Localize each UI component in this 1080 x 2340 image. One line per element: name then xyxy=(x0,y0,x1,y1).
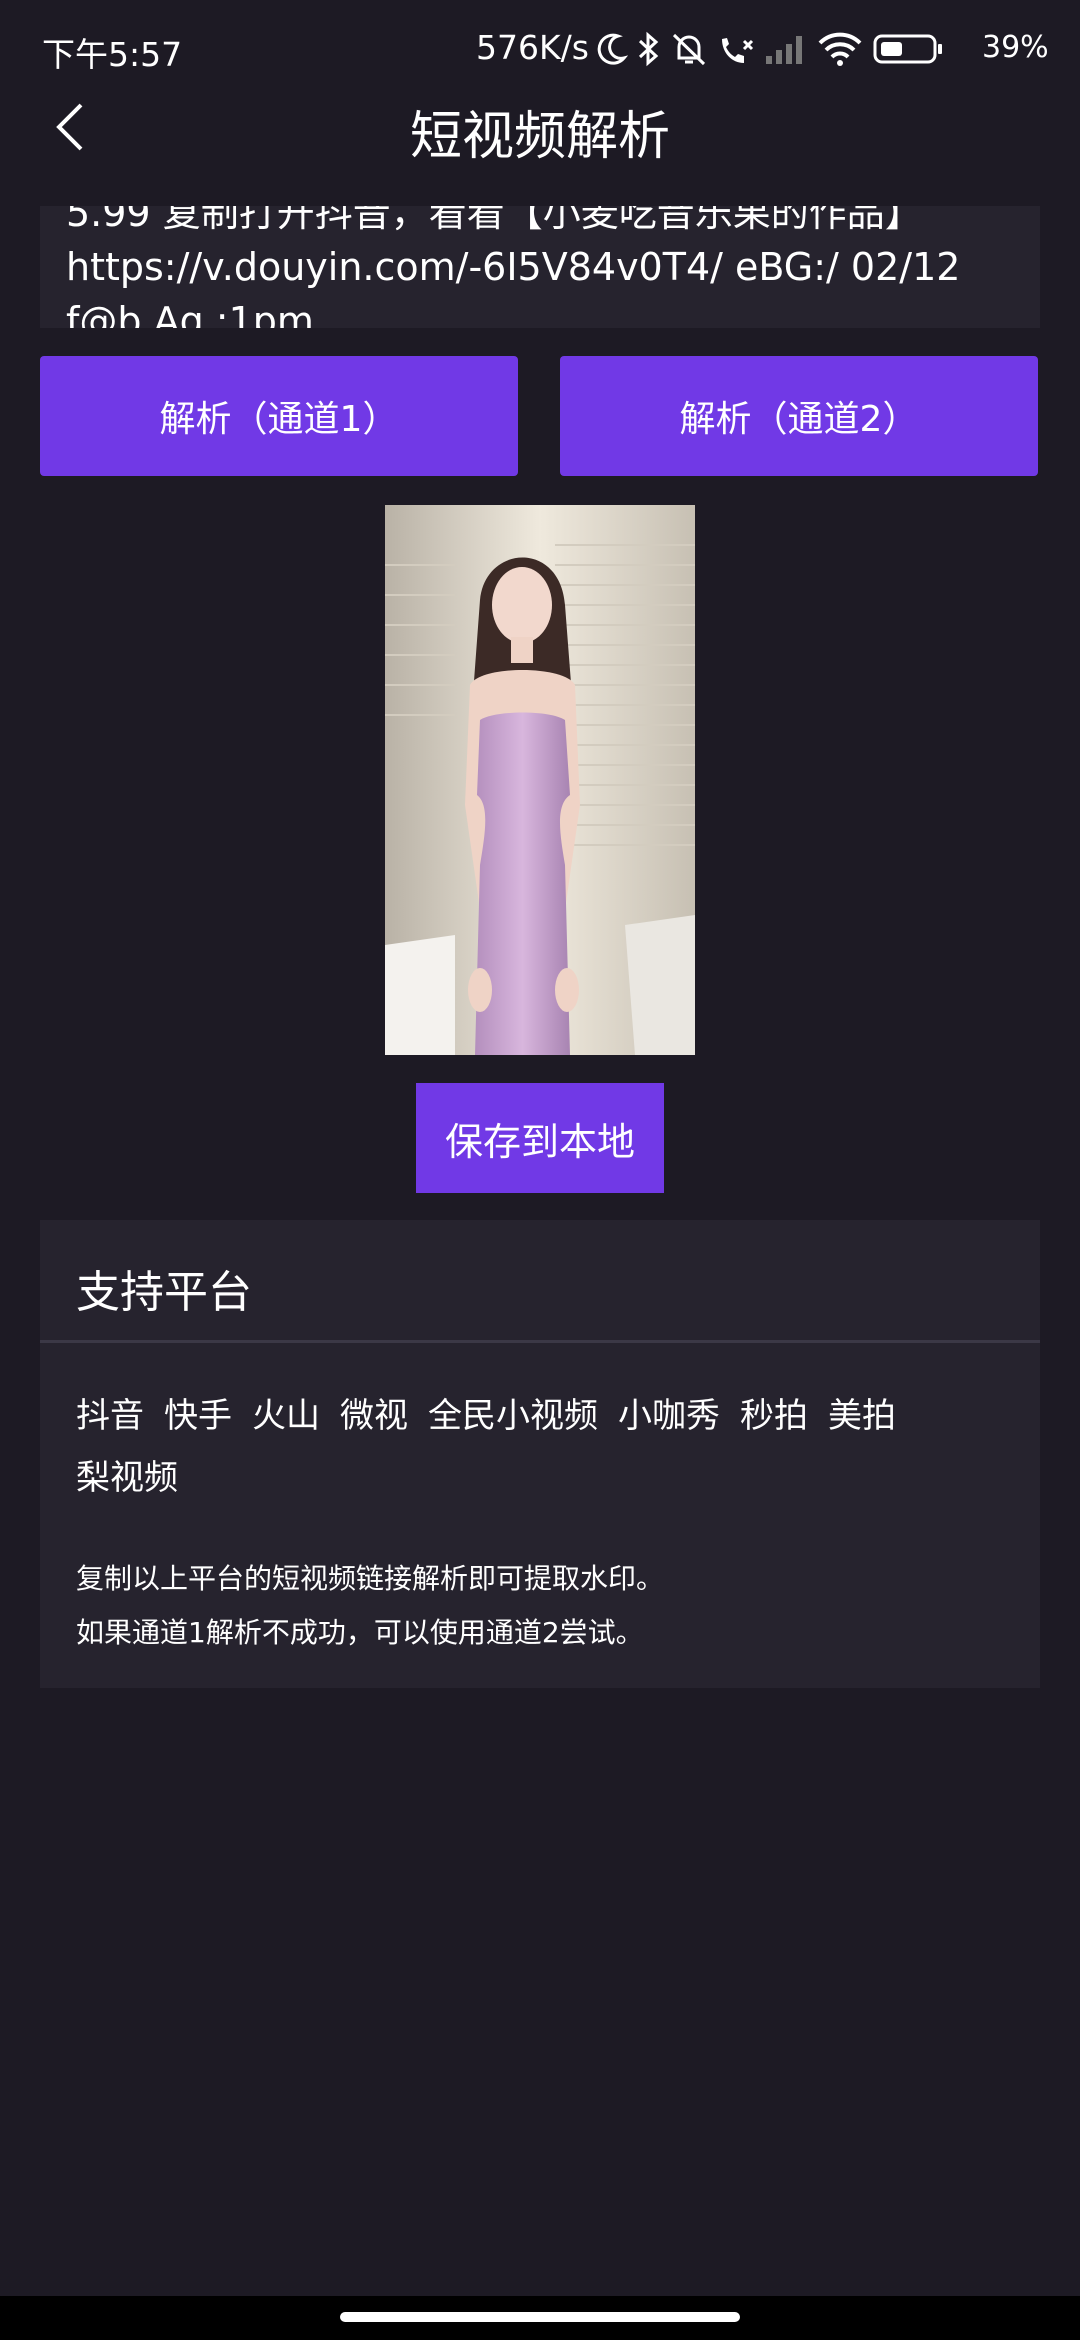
battery-icon xyxy=(873,34,942,64)
status-time: 下午5:57 xyxy=(42,35,183,74)
parse-channel-2-button[interactable]: 解析（通道2） xyxy=(560,356,1038,476)
platform-note-line-2: 如果通道1解析不成功，可以使用通道2尝试。 xyxy=(76,1616,644,1649)
network-speed: 576K/s xyxy=(476,28,589,67)
battery-percentage: 39% xyxy=(982,30,1049,65)
platform-item: 美拍 xyxy=(828,1396,896,1436)
supported-platforms-card: 支持平台 抖音 快手 火山 微视 全民小视频 小咖秀 秒拍 美拍 梨视频 复制以… xyxy=(40,1220,1040,1688)
page-title: 短视频解析 xyxy=(409,107,670,167)
divider xyxy=(40,1340,1040,1343)
app-screen: 下午5:57 576K/s 39% 短视频解析 5.99 复制打开抖音，看看【小… xyxy=(0,0,1080,2340)
platform-item: 快手 xyxy=(164,1396,232,1436)
bluetooth-icon xyxy=(638,31,659,67)
platform-item: 小咖秀 xyxy=(618,1396,720,1436)
video-preview[interactable] xyxy=(385,505,695,1055)
platform-list: 抖音 快手 火山 微视 全民小视频 小咖秀 秒拍 美拍 梨视频 xyxy=(76,1385,956,1509)
save-to-local-button[interactable]: 保存到本地 xyxy=(416,1083,664,1193)
moon-icon xyxy=(597,33,628,65)
supported-platforms-title: 支持平台 xyxy=(76,1267,252,1318)
platform-item: 秒拍 xyxy=(740,1396,808,1436)
platform-item: 微视 xyxy=(340,1396,408,1436)
signal-icon xyxy=(766,36,802,64)
parse-channel-1-button[interactable]: 解析（通道1） xyxy=(40,356,518,476)
status-icons xyxy=(596,28,952,70)
link-input[interactable]: 5.99 复制打开抖音，看看【小麦吃音乐果的作品】 https://v.douy… xyxy=(40,206,1040,328)
video-preview-image xyxy=(385,505,695,1055)
platform-item: 梨视频 xyxy=(76,1458,178,1498)
platform-item: 火山 xyxy=(252,1396,320,1436)
call-icon xyxy=(722,38,754,63)
link-input-text: 5.99 复制打开抖音，看看【小麦吃音乐果的作品】 https://v.douy… xyxy=(66,206,961,328)
platform-note-line-1: 复制以上平台的短视频链接解析即可提取水印。 xyxy=(76,1562,665,1595)
bell-mute-icon xyxy=(672,33,706,66)
wifi-icon xyxy=(818,32,862,66)
platform-note: 复制以上平台的短视频链接解析即可提取水印。 如果通道1解析不成功，可以使用通道2… xyxy=(76,1552,664,1660)
home-indicator[interactable] xyxy=(340,2312,740,2322)
app-header: 短视频解析 xyxy=(0,80,1080,180)
platform-item: 全民小视频 xyxy=(428,1396,598,1436)
platform-item: 抖音 xyxy=(76,1396,144,1436)
